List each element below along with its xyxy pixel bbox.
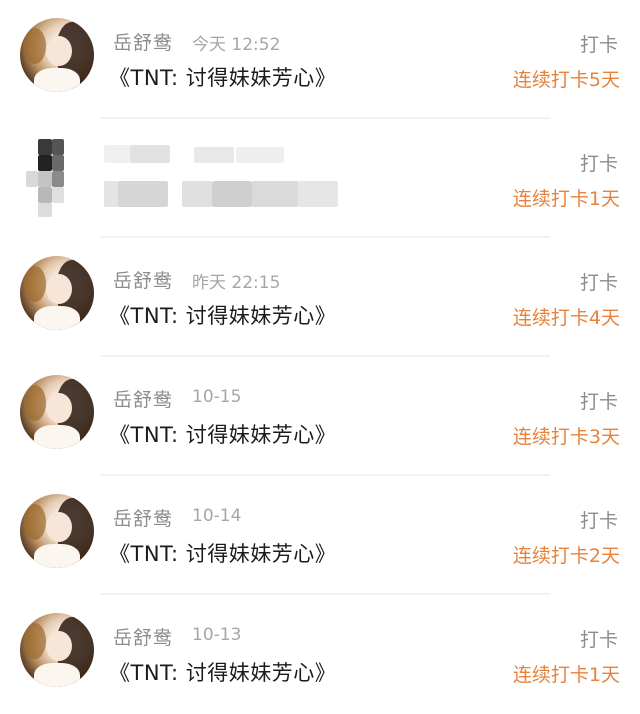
list-item[interactable]: 岳舒鸯 10-15 《TNT: 讨得妹妹芳心》 打卡 连续打卡3天 [0, 357, 640, 476]
avatar[interactable] [20, 613, 94, 687]
avatar-decoration [46, 512, 72, 542]
blurred-avatar[interactable] [26, 139, 74, 219]
book-title[interactable]: 《TNT: 讨得妹妹芳心》 [109, 657, 336, 687]
avatar-decoration [46, 274, 72, 304]
avatar-decoration [24, 623, 46, 659]
action-label: 打卡 [579, 153, 618, 175]
avatar-decoration [34, 663, 80, 687]
avatar-decoration [34, 544, 80, 568]
timestamp: 10-15 [192, 387, 242, 407]
blurred-title [104, 179, 344, 209]
avatar-decoration [46, 393, 72, 423]
list-item[interactable]: 岳舒鸯 今天 12:52 《TNT: 讨得妹妹芳心》 打卡 连续打卡5天 [0, 0, 640, 119]
blurred-name [104, 143, 294, 165]
book-title[interactable]: 《TNT: 讨得妹妹芳心》 [109, 300, 336, 330]
timestamp: 10-14 [192, 506, 242, 526]
user-name[interactable]: 岳舒鸯 [113, 266, 173, 293]
avatar-decoration [24, 266, 46, 302]
avatar[interactable] [20, 494, 94, 568]
avatar-decoration [34, 306, 80, 330]
avatar-decoration [46, 36, 72, 66]
streak-label: 连续打卡1天 [512, 664, 620, 686]
avatar-decoration [46, 631, 72, 661]
list-item[interactable]: 岳舒鸯 昨天 22:15 《TNT: 讨得妹妹芳心》 打卡 连续打卡4天 [0, 238, 640, 357]
streak-label: 连续打卡5天 [512, 69, 620, 91]
action-label: 打卡 [579, 510, 618, 532]
avatar-decoration [24, 385, 46, 421]
action-label: 打卡 [579, 272, 618, 294]
list-item[interactable]: 打卡 连续打卡1天 [0, 119, 640, 238]
avatar[interactable] [20, 18, 94, 92]
list-item[interactable]: 岳舒鸯 10-14 《TNT: 讨得妹妹芳心》 打卡 连续打卡2天 [0, 476, 640, 595]
user-name[interactable]: 岳舒鸯 [113, 504, 173, 531]
streak-label: 连续打卡4天 [512, 307, 620, 329]
avatar[interactable] [20, 256, 94, 330]
user-name[interactable]: 岳舒鸯 [113, 28, 173, 55]
book-title[interactable]: 《TNT: 讨得妹妹芳心》 [109, 62, 336, 92]
action-label: 打卡 [579, 629, 618, 651]
timestamp: 今天 12:52 [192, 35, 281, 55]
streak-label: 连续打卡2天 [512, 545, 620, 567]
user-name[interactable]: 岳舒鸯 [113, 385, 173, 412]
avatar[interactable] [20, 375, 94, 449]
streak-label: 连续打卡1天 [512, 188, 620, 210]
action-label: 打卡 [579, 391, 618, 413]
avatar-decoration [34, 68, 80, 92]
timestamp: 10-13 [192, 625, 242, 645]
avatar-decoration [24, 28, 46, 64]
book-title[interactable]: 《TNT: 讨得妹妹芳心》 [109, 419, 336, 449]
checkin-list: 岳舒鸯 今天 12:52 《TNT: 讨得妹妹芳心》 打卡 连续打卡5天 打卡 … [0, 0, 640, 713]
action-label: 打卡 [579, 34, 618, 56]
streak-label: 连续打卡3天 [512, 426, 620, 448]
timestamp: 昨天 22:15 [192, 273, 281, 293]
user-name[interactable]: 岳舒鸯 [113, 623, 173, 650]
avatar-decoration [34, 425, 80, 449]
avatar-decoration [24, 504, 46, 540]
list-item[interactable]: 岳舒鸯 10-13 《TNT: 讨得妹妹芳心》 打卡 连续打卡1天 [0, 595, 640, 714]
book-title[interactable]: 《TNT: 讨得妹妹芳心》 [109, 538, 336, 568]
